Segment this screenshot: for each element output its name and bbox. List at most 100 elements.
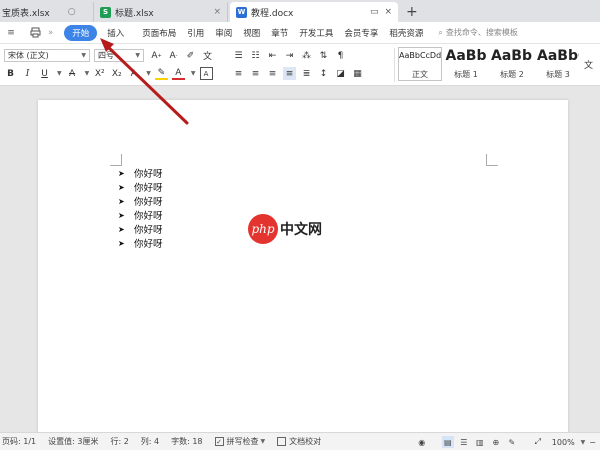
grow-font-icon[interactable]: A + (150, 49, 163, 62)
list-item[interactable]: ➤ 你好呀 (118, 208, 163, 223)
file-menu-icon[interactable]: ≡ (4, 26, 18, 40)
arrow-bullet-icon: ➤ (118, 210, 125, 220)
style-name: 标题 3 (546, 70, 570, 79)
menu-member[interactable]: 会员专享 (344, 27, 378, 39)
shrink-font-icon[interactable]: A- (167, 49, 180, 62)
arrow-bullet-icon: ➤ (118, 168, 125, 178)
document-page[interactable]: ➤ 你好呀 ➤ 你好呀 ➤ 你好呀 ➤ 你好呀 ➤ 你好呀 ➤ 你好呀 php 中文网 (38, 100, 568, 432)
style-heading-1[interactable]: AaBb 标题 1 (444, 47, 488, 81)
font-size-select[interactable]: 四号 ▼ (94, 49, 144, 62)
menu-resources[interactable]: 稻壳资源 (389, 27, 423, 39)
menu-review[interactable]: 审阅 (215, 27, 232, 39)
tab-xlsx-1[interactable]: 宝质表.xlsx ○ (0, 2, 94, 22)
menu-start[interactable]: 开始 (64, 24, 98, 41)
chevron-down-icon[interactable]: ▼ (146, 70, 151, 77)
font-name-value: 宋体 (正文) (8, 51, 49, 60)
menu-page-layout[interactable]: 页面布局 (142, 27, 176, 39)
sort-icon[interactable]: ⇅ (317, 49, 330, 62)
list-item[interactable]: ➤ 你好呀 (118, 166, 163, 181)
web-view-icon[interactable]: ⊕ (490, 436, 502, 448)
tab-close-icon[interactable]: ○ (68, 7, 76, 17)
list-item[interactable]: ➤ 你好呀 (118, 236, 163, 251)
zoom-level[interactable]: 100% (552, 438, 575, 447)
menu-view[interactable]: 视图 (243, 27, 260, 39)
text-effect-icon[interactable]: A (127, 67, 140, 80)
fit-page-icon[interactable]: ⤢ (532, 436, 544, 448)
style-sample: AaBb (445, 48, 487, 64)
status-word-count[interactable]: 字数: 18 (171, 436, 202, 447)
tab-docx[interactable]: W 教程.docx ▭ × (230, 2, 398, 22)
print-icon[interactable] (28, 26, 42, 40)
eye-protection-icon[interactable]: ◉ (416, 436, 428, 448)
status-col[interactable]: 列: 4 (141, 436, 159, 447)
list-item[interactable]: ➤ 你好呀 (118, 180, 163, 195)
italic-icon[interactable]: I (21, 67, 34, 80)
status-page[interactable]: 页码: 1/1 (2, 436, 36, 447)
align-left-icon[interactable]: ≡ (232, 67, 245, 80)
list-item[interactable]: ➤ 你好呀 (118, 222, 163, 237)
chevron-down-icon[interactable]: ▼ (85, 70, 90, 77)
bullet-list-icon[interactable]: ☰ (232, 49, 245, 62)
menu-insert[interactable]: 插入 (107, 27, 124, 39)
subscript-icon[interactable]: X₂ (110, 67, 123, 80)
align-justify-icon[interactable]: ≡ (283, 67, 296, 80)
menu-developer[interactable]: 开发工具 (299, 27, 333, 39)
style-normal[interactable]: AaBbCcDd 正文 (398, 47, 442, 81)
chinese-layout-icon[interactable]: ⁂ (300, 49, 313, 62)
spell-check-toggle[interactable]: ✓ 拼写检查 ▼ (214, 436, 265, 447)
underline-icon[interactable]: U (38, 67, 51, 80)
chevron-down-icon[interactable]: ▼ (581, 439, 586, 446)
font-color-icon[interactable]: A (171, 67, 185, 80)
font-size-value: 四号 (98, 51, 114, 60)
style-name: 正文 (412, 70, 428, 79)
write-mode-icon[interactable]: ✎ (506, 436, 518, 448)
menu-chapter[interactable]: 章节 (271, 27, 288, 39)
align-right-icon[interactable]: ≡ (266, 67, 279, 80)
font-name-select[interactable]: 宋体 (正文) ▼ (4, 49, 90, 62)
tab-close-icon[interactable]: × (213, 7, 221, 17)
chevron-down-icon[interactable]: ▼ (191, 70, 196, 77)
strikethrough-icon[interactable]: A (66, 67, 79, 80)
superscript-icon[interactable]: X² (93, 67, 106, 80)
proofread-toggle[interactable]: 文档校对 (277, 436, 321, 447)
style-heading-2[interactable]: AaBb( 标题 2 (490, 47, 534, 81)
status-bar: 页码: 1/1 设置值: 3厘米 行: 2 列: 4 字数: 18 ✓ 拼写检查… (0, 432, 600, 450)
pinyin-icon[interactable]: 文 (201, 49, 214, 62)
window-float-icon[interactable]: ▭ (370, 7, 379, 17)
outline-view-icon[interactable]: ☰ (458, 436, 470, 448)
numbered-list-icon[interactable]: ☷ (249, 49, 262, 62)
bold-icon[interactable]: B (4, 67, 17, 80)
page-view-icon[interactable]: ▤ (441, 436, 454, 448)
status-row[interactable]: 行: 2 (110, 436, 128, 447)
menu-more-icon[interactable]: » (48, 28, 53, 38)
bullet-list[interactable]: ➤ 你好呀 ➤ 你好呀 ➤ 你好呀 ➤ 你好呀 ➤ 你好呀 ➤ 你好呀 (118, 166, 163, 251)
text-tools-icon[interactable]: 文 (582, 58, 595, 71)
status-setting[interactable]: 设置值: 3厘米 (48, 436, 98, 447)
clear-format-icon[interactable]: ✐ (184, 49, 197, 62)
line-spacing-icon[interactable]: ↕ (317, 67, 330, 80)
read-view-icon[interactable]: ▥ (474, 436, 486, 448)
distributed-align-icon[interactable]: ≣ (300, 67, 313, 80)
tab-close-icon[interactable]: × (384, 7, 392, 17)
checkbox-icon: ✓ (214, 437, 224, 446)
align-center-icon[interactable]: ≡ (249, 67, 262, 80)
show-marks-icon[interactable]: ¶ (334, 49, 347, 62)
list-item[interactable]: ➤ 你好呀 (118, 194, 163, 209)
site-watermark: php 中文网 (248, 214, 322, 244)
shading-icon[interactable]: ◪ (334, 67, 347, 80)
increase-indent-icon[interactable]: ⇥ (283, 49, 296, 62)
tab-xlsx-2[interactable]: S 标题.xlsx × (94, 2, 228, 22)
menu-bar: ≡ » 开始 插入 页面布局 引用 审阅 视图 章节 开发工具 会员专享 稻壳资… (0, 22, 600, 44)
highlight-icon[interactable]: ✎ (154, 67, 168, 80)
status-right-controls: ◉ ▤ ☰ ▥ ⊕ ✎ ⤢ 100% ▼ − (416, 433, 600, 450)
style-heading-3[interactable]: AaBbC 标题 3 (536, 47, 580, 81)
zoom-out-icon[interactable]: − (589, 438, 596, 447)
tab-label: 宝质表.xlsx (2, 8, 50, 19)
borders-icon[interactable]: ▦ (351, 67, 364, 80)
menu-references[interactable]: 引用 (187, 27, 204, 39)
decrease-indent-icon[interactable]: ⇤ (266, 49, 279, 62)
new-tab-icon[interactable]: + (406, 2, 418, 22)
char-border-icon[interactable]: A (199, 67, 213, 80)
chevron-down-icon[interactable]: ▼ (57, 70, 62, 77)
command-search[interactable]: ⌕ 查找命令、搜索模板 (438, 27, 517, 38)
